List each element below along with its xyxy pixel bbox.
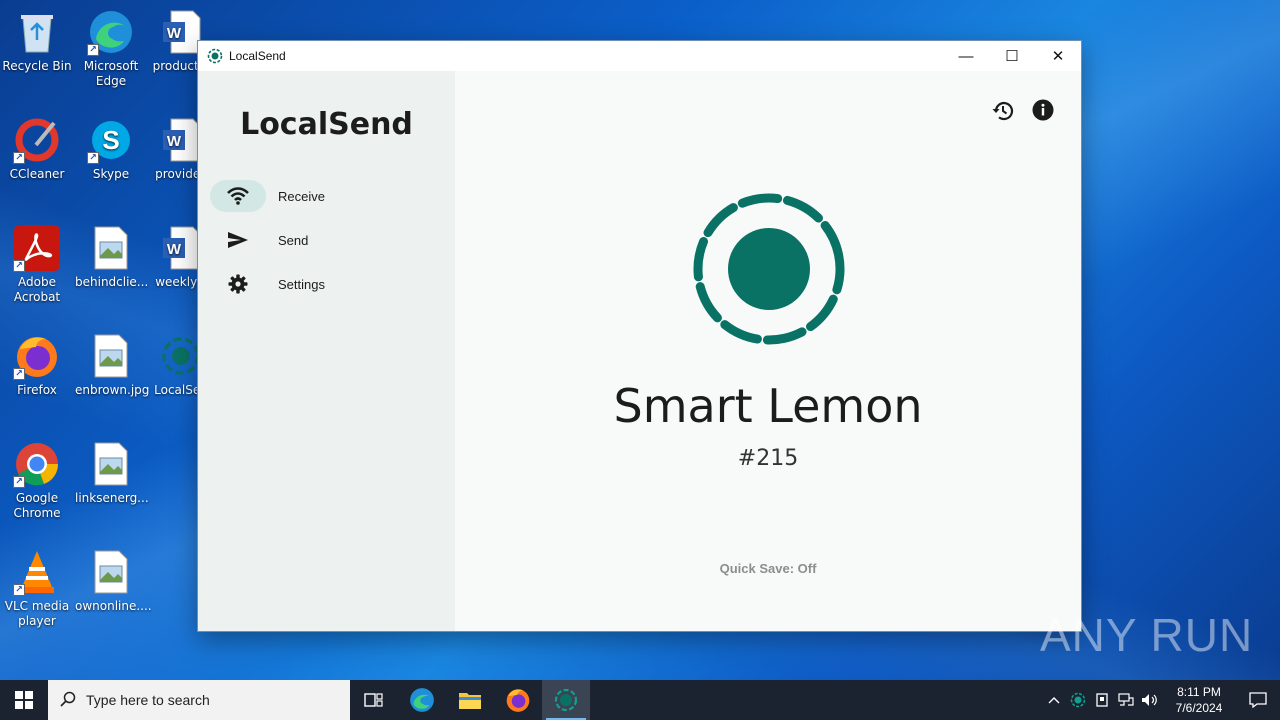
desktop-icon-skype[interactable]: S ↗ Skype xyxy=(75,116,147,182)
taskbar-clock[interactable]: 8:11 PM 7/6/2024 xyxy=(1162,684,1236,716)
edge-icon: ↗ xyxy=(87,8,135,56)
info-icon[interactable] xyxy=(1032,99,1054,121)
wifi-icon xyxy=(210,180,266,212)
svg-text:W: W xyxy=(167,133,182,150)
taskbar-search-box[interactable]: Type here to search xyxy=(48,680,350,720)
svg-text:W: W xyxy=(167,241,182,258)
sidebar-item-label: Settings xyxy=(278,276,325,292)
localsend-logo xyxy=(691,191,847,351)
title-bar[interactable]: LocalSend — ☐ ✕ xyxy=(198,41,1081,71)
taskbar: Type here to search 8:11 PM 7/6/2024 xyxy=(0,680,1280,720)
taskbar-edge[interactable] xyxy=(398,680,446,720)
desktop-icon-enbrown[interactable]: enbrown.jpg xyxy=(75,332,150,398)
folder-icon xyxy=(459,693,481,709)
volume-icon[interactable] xyxy=(1138,680,1162,720)
receive-panel: Smart Lemon #215 Quick Save: Off xyxy=(455,71,1081,631)
sidebar-item-receive[interactable]: Receive xyxy=(210,179,440,213)
image-file-icon xyxy=(87,548,135,596)
localsend-icon xyxy=(554,688,578,712)
sidebar: LocalSend Receive Send Settings xyxy=(198,71,455,631)
desktop-icon-label: Skype xyxy=(92,167,130,181)
taskbar-firefox[interactable] xyxy=(494,680,542,720)
chrome-icon: ↗ xyxy=(13,440,61,488)
clock-time: 8:11 PM xyxy=(1177,685,1221,699)
desktop-icon-chrome[interactable]: ↗ Google Chrome xyxy=(1,440,73,521)
device-id: #215 xyxy=(737,446,799,471)
desktop-icon-ownonline[interactable]: ownonline.... xyxy=(75,548,152,614)
firefox-icon xyxy=(506,689,530,712)
localsend-window: LocalSend — ☐ ✕ LocalSend Receive Send S… xyxy=(197,40,1082,632)
minimize-button[interactable]: — xyxy=(943,41,989,71)
close-button[interactable]: ✕ xyxy=(1035,41,1081,71)
chevron-up-icon[interactable] xyxy=(1042,680,1066,720)
desktop-icon-label: ownonline.... xyxy=(75,599,152,613)
desktop-icon-label: Firefox xyxy=(17,383,57,397)
maximize-button[interactable]: ☐ xyxy=(989,41,1035,71)
history-icon[interactable] xyxy=(991,99,1015,123)
desktop-icon-label: Recycle Bin xyxy=(2,59,72,73)
sidebar-item-label: Receive xyxy=(278,188,325,204)
desktop-icon-label: Google Chrome xyxy=(13,491,61,520)
device-name: Smart Lemon xyxy=(613,379,923,433)
search-icon xyxy=(60,691,76,710)
desktop-icon-label: Adobe Acrobat xyxy=(13,275,61,304)
image-file-icon xyxy=(87,440,135,488)
desktop-icon-label: Microsoft Edge xyxy=(83,59,139,88)
edge-icon xyxy=(410,688,434,712)
svg-text:W: W xyxy=(167,25,182,42)
desktop-icon-acrobat[interactable]: ↗ Adobe Acrobat xyxy=(1,224,73,305)
sidebar-item-settings[interactable]: Settings xyxy=(210,267,440,301)
watermark-text: ANY RUN xyxy=(1040,609,1254,661)
localsend-app-icon xyxy=(207,48,223,64)
window-title: LocalSend xyxy=(229,49,286,63)
send-icon xyxy=(210,224,266,256)
recycle-bin-icon xyxy=(13,8,61,56)
desktop-icon-label: linksenerg... xyxy=(75,491,149,505)
sidebar-item-label: Send xyxy=(278,232,309,248)
desktop-icon-vlc[interactable]: ↗ VLC media player xyxy=(1,548,73,629)
desktop-icon-linksenerg[interactable]: linksenerg... xyxy=(75,440,149,506)
skype-icon: S ↗ xyxy=(87,116,135,164)
vlc-icon: ↗ xyxy=(13,548,61,596)
desktop-icon-label: enbrown.jpg xyxy=(75,383,150,397)
device-tray-icon[interactable] xyxy=(1090,680,1114,720)
start-button[interactable] xyxy=(0,680,48,720)
localsend-tray-icon[interactable] xyxy=(1066,680,1090,720)
image-file-icon xyxy=(87,224,135,272)
acrobat-icon: ↗ xyxy=(13,224,61,272)
quick-save-status[interactable]: Quick Save: Off xyxy=(455,561,1081,576)
notification-icon[interactable] xyxy=(1236,680,1280,720)
firefox-icon: ↗ xyxy=(13,332,61,380)
ccleaner-icon: ↗ xyxy=(13,116,61,164)
image-file-icon xyxy=(87,332,135,380)
taskbar-localsend[interactable] xyxy=(542,680,590,720)
desktop-icon-ccleaner[interactable]: ↗ CCleaner xyxy=(1,116,73,182)
system-tray: 8:11 PM 7/6/2024 xyxy=(1042,680,1280,720)
network-icon[interactable] xyxy=(1114,680,1138,720)
gear-icon xyxy=(210,268,266,300)
anyrun-watermark: ANY RUN xyxy=(1040,608,1253,662)
desktop-icon-firefox[interactable]: ↗ Firefox xyxy=(1,332,73,398)
taskbar-file-explorer[interactable] xyxy=(446,680,494,720)
svg-text:S: S xyxy=(102,125,119,155)
desktop-icon-label: behindclie... xyxy=(75,275,149,289)
sidebar-item-send[interactable]: Send xyxy=(210,223,440,257)
task-view-button[interactable] xyxy=(350,680,398,720)
desktop-icon-edge[interactable]: ↗ Microsoft Edge xyxy=(75,8,147,89)
search-placeholder: Type here to search xyxy=(86,692,210,708)
clock-date: 7/6/2024 xyxy=(1175,701,1223,715)
desktop-icon-behindclie[interactable]: behindclie... xyxy=(75,224,149,290)
desktop-icon-label: CCleaner xyxy=(9,167,65,181)
desktop-icon-label: VLC media player xyxy=(4,599,70,628)
app-brand-title: LocalSend xyxy=(240,107,413,142)
desktop-icon-recycle-bin[interactable]: Recycle Bin xyxy=(1,8,73,74)
